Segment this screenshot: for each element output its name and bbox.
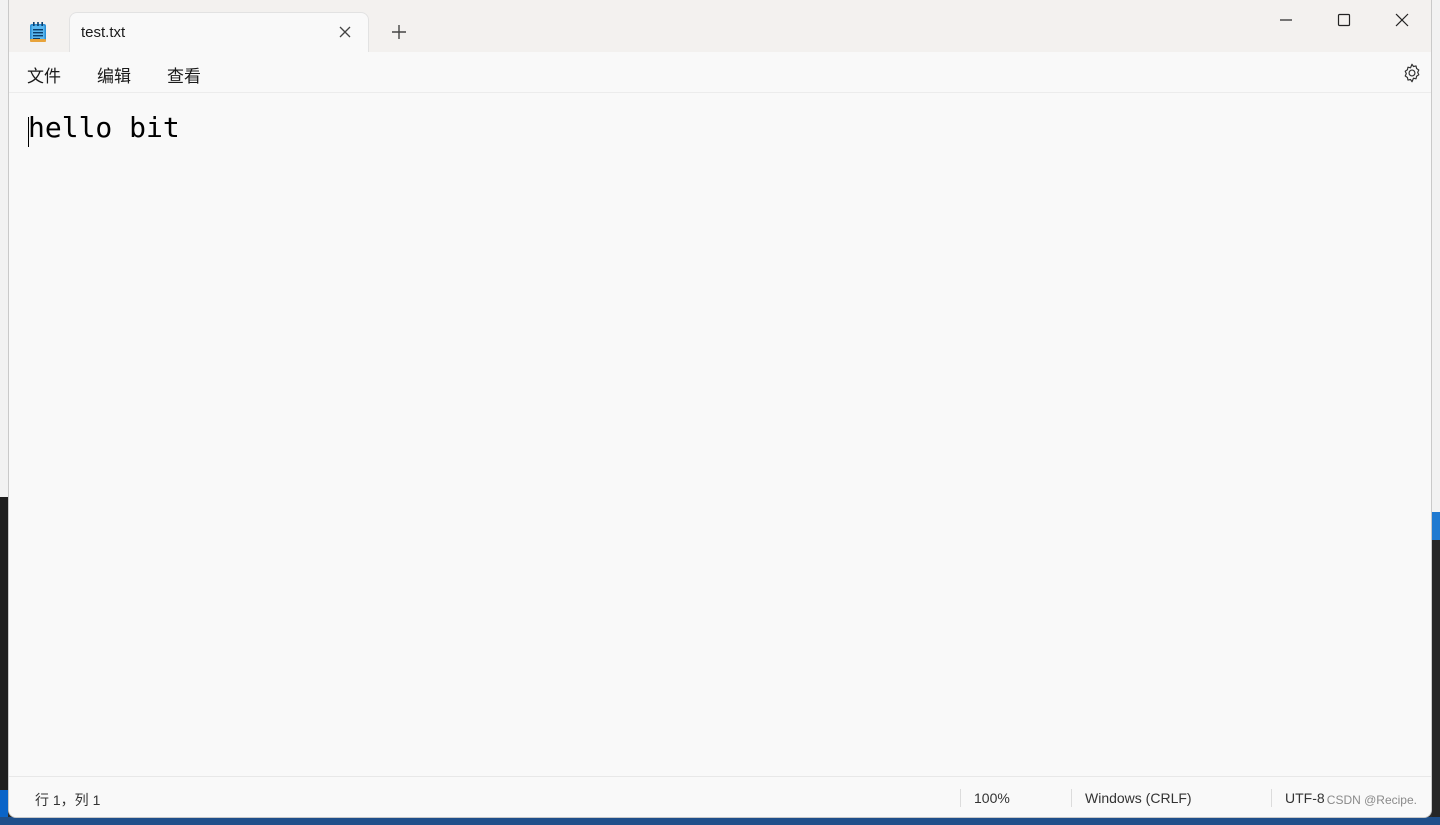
cursor-position: 行 1，列 1 — [35, 792, 101, 808]
notepad-window: test.txt 文件 编辑 查看 hello bit 行 1，列 1 100%… — [8, 0, 1432, 818]
text-editor[interactable]: hello bit — [9, 93, 1431, 777]
title-bar[interactable]: test.txt — [9, 0, 1431, 52]
zoom-level[interactable]: 100% — [974, 790, 1010, 806]
editor-content: hello bit — [28, 111, 180, 144]
background-right-strip — [1432, 0, 1440, 825]
menu-bar: 文件 编辑 查看 — [9, 52, 1431, 93]
menu-view[interactable]: 查看 — [167, 62, 201, 87]
status-divider — [1071, 789, 1072, 807]
minimize-button[interactable] — [1257, 0, 1315, 40]
maximize-icon — [1337, 13, 1351, 27]
status-bar: 行 1，列 1 100% Windows (CRLF) UTF-8 CSDN @… — [9, 776, 1431, 817]
menu-file[interactable]: 文件 — [27, 62, 61, 87]
maximize-button[interactable] — [1315, 0, 1373, 40]
watermark: CSDN @Recipe. — [1326, 793, 1417, 807]
close-icon — [1395, 13, 1409, 27]
line-ending[interactable]: Windows (CRLF) — [1085, 790, 1192, 806]
window-controls — [1257, 0, 1431, 40]
gear-icon[interactable] — [1401, 62, 1423, 84]
status-divider — [960, 789, 961, 807]
background-left-strip — [0, 0, 8, 825]
tab-test-txt[interactable]: test.txt — [69, 12, 369, 52]
close-icon[interactable] — [338, 25, 352, 39]
status-divider — [1271, 789, 1272, 807]
background-bottom-strip — [0, 817, 1440, 825]
notepad-icon — [30, 22, 46, 42]
menu-edit[interactable]: 编辑 — [97, 62, 131, 87]
plus-icon[interactable] — [389, 22, 409, 42]
tab-title: test.txt — [81, 24, 126, 41]
close-button[interactable] — [1373, 0, 1431, 40]
encoding[interactable]: UTF-8 — [1285, 790, 1325, 806]
minimize-icon — [1280, 19, 1292, 21]
